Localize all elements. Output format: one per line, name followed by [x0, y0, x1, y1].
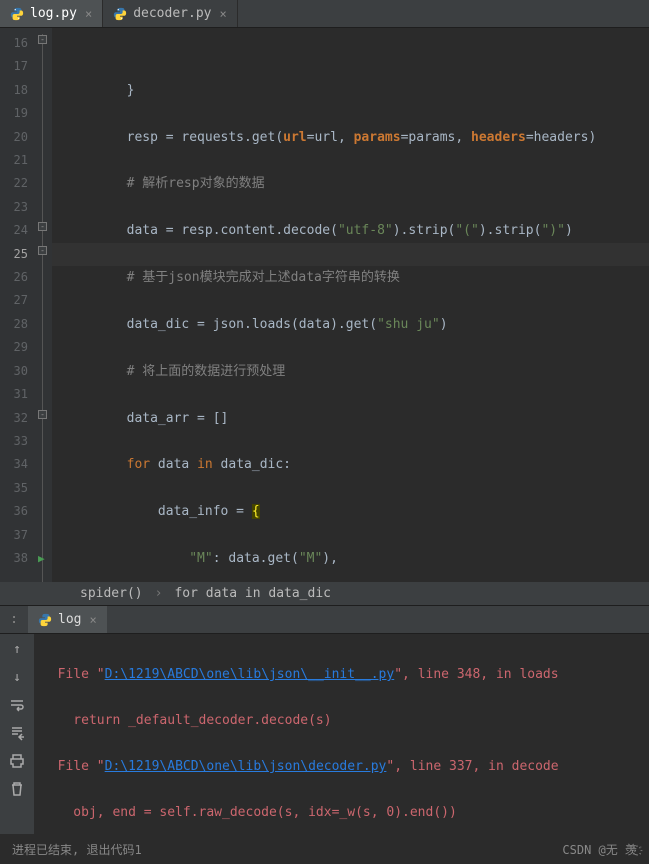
file-link[interactable]: D:\1219\ABCD\one\lib\json\__init__.py	[105, 667, 395, 682]
python-icon	[10, 7, 24, 21]
python-icon	[113, 7, 127, 21]
tab-log-py[interactable]: log.py ×	[0, 0, 103, 27]
breadcrumb[interactable]: spider() › for data in data_dic	[0, 582, 649, 606]
code-editor[interactable]: 1617181920212223242526272829303132333435…	[0, 28, 649, 582]
run-tab-log[interactable]: log ×	[28, 606, 107, 633]
watermark: CSDN @无 羡҉	[562, 841, 637, 858]
chevron-right-icon: ›	[155, 586, 163, 601]
scroll-to-end-icon[interactable]	[8, 724, 26, 742]
code-content[interactable]: } resp = requests.get(url=url, params=pa…	[52, 28, 649, 582]
tab-label: decoder.py	[133, 6, 211, 21]
run-tab-label: log	[58, 612, 81, 627]
fold-marker[interactable]: -	[38, 222, 47, 231]
file-link[interactable]: D:\1219\ABCD\one\lib\json\decoder.py	[105, 759, 387, 774]
python-icon	[38, 613, 52, 627]
run-toolbar: ↑ ↓	[0, 634, 34, 834]
run-gutter-icon[interactable]: ▶	[38, 552, 45, 565]
console-output[interactable]: File "D:\1219\ABCD\one\lib\json\__init__…	[34, 634, 649, 834]
run-output-panel: ↑ ↓ File "D:\1219\ABCD\one\lib\json\__in…	[0, 634, 649, 834]
soft-wrap-icon[interactable]	[8, 696, 26, 714]
print-icon[interactable]	[8, 752, 26, 770]
tab-label: log.py	[30, 6, 77, 21]
fold-marker[interactable]: -	[38, 35, 47, 44]
tab-decoder-py[interactable]: decoder.py ×	[103, 0, 238, 27]
up-arrow-icon[interactable]: ↑	[8, 640, 26, 658]
status-bar: 进程已结束, 退出代码1 CSDN @无 羡҉	[0, 834, 649, 864]
fold-gutter: - - - -	[36, 28, 52, 582]
close-icon[interactable]: ×	[89, 613, 96, 627]
exit-status: 进程已结束, 退出代码1	[12, 841, 142, 858]
close-icon[interactable]: ×	[219, 7, 226, 21]
breadcrumb-item[interactable]: spider()	[80, 586, 143, 601]
log-tab-bar: : log ×	[0, 606, 649, 634]
trash-icon[interactable]	[8, 780, 26, 798]
fold-marker[interactable]: -	[38, 246, 47, 255]
line-gutter: 1617181920212223242526272829303132333435…	[0, 28, 36, 582]
breadcrumb-item[interactable]: for data in data_dic	[174, 586, 331, 601]
fold-marker[interactable]: -	[38, 410, 47, 419]
down-arrow-icon[interactable]: ↓	[8, 668, 26, 686]
close-icon[interactable]: ×	[85, 7, 92, 21]
current-line-highlight	[52, 243, 649, 266]
editor-tabs: log.py × decoder.py ×	[0, 0, 649, 28]
tool-window-label[interactable]: :	[0, 612, 28, 627]
